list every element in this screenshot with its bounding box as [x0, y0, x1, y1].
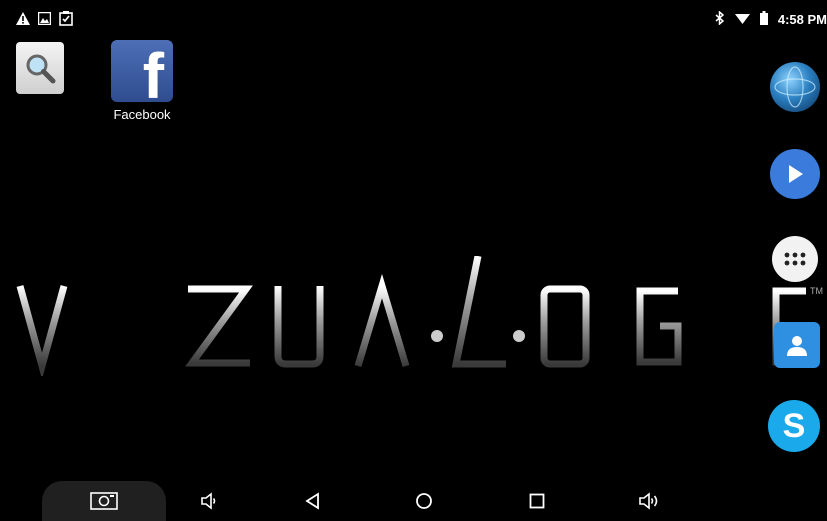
wifi-icon: [734, 12, 750, 27]
home-icon: [416, 493, 432, 509]
volume-down-button[interactable]: [194, 481, 224, 521]
recents-icon: [529, 493, 545, 509]
navigation-bar: [6, 481, 827, 521]
facebook-icon: f: [111, 40, 173, 102]
screenshot-button[interactable]: [42, 481, 166, 521]
clipboard-icon: [59, 11, 73, 31]
status-time: 4:58 PM: [777, 12, 827, 27]
facebook-label: Facebook: [113, 107, 171, 122]
search-app[interactable]: [16, 42, 64, 94]
home-button[interactable]: [409, 481, 439, 521]
app-drawer-icon[interactable]: [772, 236, 818, 282]
warning-icon: [16, 12, 30, 30]
browser-globe-icon[interactable]: [770, 62, 820, 112]
battery-icon: [759, 11, 768, 28]
screen: 4:58 PM f Facebook TM S: [6, 6, 827, 521]
volume-down-icon: [201, 492, 216, 510]
contacts-icon[interactable]: [774, 322, 820, 368]
play-icon[interactable]: [770, 149, 820, 199]
bluetooth-icon: [715, 10, 725, 28]
back-button[interactable]: [298, 481, 328, 521]
search-icon: [16, 42, 64, 94]
status-bar: 4:58 PM: [6, 6, 827, 32]
brand-logo: TM: [16, 256, 823, 376]
trademark: TM: [810, 286, 823, 296]
back-icon: [305, 492, 319, 510]
volume-up-button[interactable]: [634, 481, 664, 521]
image-icon: [37, 11, 52, 30]
skype-icon[interactable]: S: [768, 400, 820, 452]
volume-up-icon: [639, 492, 658, 510]
facebook-app[interactable]: f Facebook: [102, 40, 182, 122]
recents-button[interactable]: [522, 481, 552, 521]
screenshot-icon: [90, 492, 118, 510]
